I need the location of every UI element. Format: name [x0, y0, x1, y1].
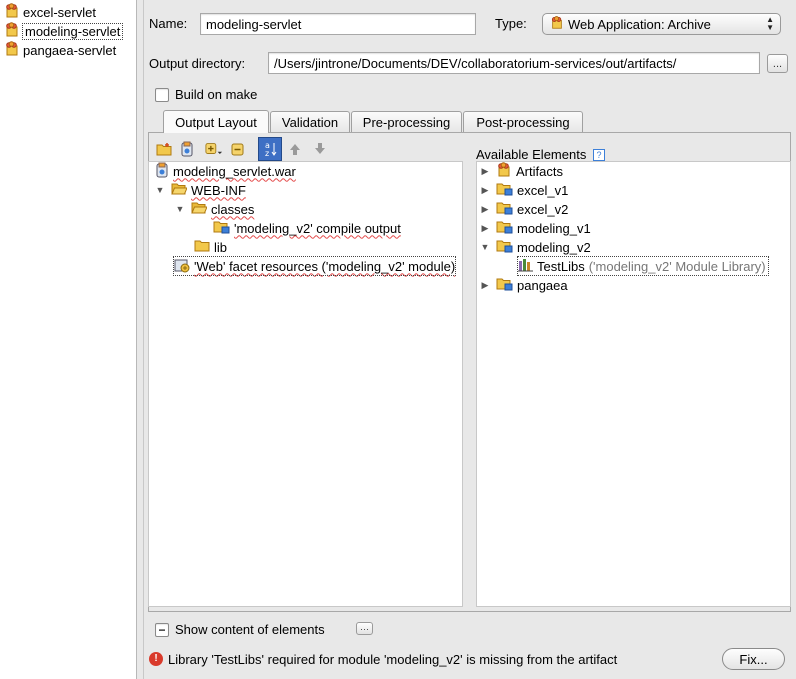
artifact-icon — [4, 40, 20, 60]
svg-text:z: z — [265, 149, 269, 158]
output-directory-field[interactable]: /Users/jintrone/Documents/DEV/collaborat… — [268, 52, 760, 74]
available-item-artifacts[interactable]: ▶ Artifacts — [480, 161, 563, 181]
tree-node-web-inf[interactable]: ▼ WEB-INF — [155, 181, 246, 199]
error-icon: ! — [149, 652, 163, 666]
available-item-testlibs[interactable]: TestLibs ('modeling_v2' Module Library) — [517, 256, 769, 276]
tree-node-label: classes — [211, 201, 255, 217]
expand-toggle-icon[interactable]: ▼ — [175, 204, 185, 214]
tab-validation[interactable]: Validation — [270, 111, 350, 133]
artifact-list[interactable]: excel-servlet modeling-servlet pangaea-s… — [0, 0, 137, 679]
name-field[interactable]: modeling-servlet — [200, 13, 476, 35]
remove-icon[interactable] — [229, 140, 247, 158]
build-on-make-label: Build on make — [175, 87, 258, 102]
available-elements-header: Available Elements — [476, 147, 587, 162]
artifact-item-label: pangaea-servlet — [23, 42, 117, 58]
artifact-item-label: excel-servlet — [23, 4, 96, 20]
module-folder-icon — [496, 220, 513, 237]
available-item-sublabel: ('modeling_v2' Module Library) — [588, 258, 766, 274]
error-message: Library 'TestLibs' required for module '… — [168, 652, 618, 667]
select-arrows-icon: ▲ ▼ — [766, 15, 774, 32]
tree-node-label: 'modeling_v2' compile output — [234, 220, 401, 236]
name-label: Name: — [149, 16, 188, 31]
expand-toggle-icon[interactable]: ▶ — [480, 204, 490, 215]
module-folder-icon — [496, 201, 513, 218]
artifact-item-pangaea-servlet[interactable]: pangaea-servlet — [4, 40, 117, 60]
available-item-label: pangaea — [517, 277, 568, 293]
expand-toggle-icon[interactable]: ▼ — [480, 242, 490, 252]
tree-node-compile-output[interactable]: 'modeling_v2' compile output — [213, 219, 401, 237]
module-folder-icon — [496, 277, 513, 294]
artifact-icon — [4, 21, 20, 41]
fix-button[interactable]: Fix... — [722, 648, 785, 670]
available-item-label: TestLibs — [537, 258, 585, 274]
available-item-label: Artifacts — [516, 163, 563, 179]
tree-node-label: WEB-INF — [191, 182, 246, 198]
available-item-label: excel_v1 — [517, 182, 569, 198]
tab-label: Validation — [281, 115, 339, 130]
artifact-item-modeling-servlet[interactable]: modeling-servlet — [4, 21, 124, 41]
tree-node-label: lib — [214, 239, 228, 255]
module-folder-icon — [496, 182, 513, 199]
artifact-icon — [550, 15, 564, 33]
type-select[interactable]: Web Application: Archive ▲ ▼ — [542, 13, 781, 35]
tree-node-lib[interactable]: lib — [194, 238, 227, 256]
expand-toggle-icon[interactable]: ▼ — [155, 185, 165, 195]
type-label: Type: — [495, 16, 527, 31]
show-content-checkbox[interactable]: − — [155, 623, 169, 637]
artifact-icon — [4, 2, 20, 22]
help-icon[interactable]: ? — [593, 149, 605, 161]
available-item-label: modeling_v1 — [517, 220, 591, 236]
folder-open-icon — [191, 201, 208, 218]
tree-node-label: 'Web' facet resources ('modeling_v2' mod… — [194, 258, 456, 274]
output-directory-label: Output directory: — [149, 56, 246, 71]
browse-button[interactable]: ... — [767, 54, 788, 73]
artifact-item-label: modeling-servlet — [21, 22, 124, 40]
module-folder-icon — [496, 239, 513, 256]
available-item-modeling-v1[interactable]: ▶ modeling_v1 — [480, 219, 591, 237]
expand-toggle-icon[interactable]: ▶ — [480, 223, 490, 234]
available-item-excel-v2[interactable]: ▶ excel_v2 — [480, 200, 569, 218]
available-item-pangaea[interactable]: ▶ pangaea — [480, 276, 568, 294]
available-item-excel-v1[interactable]: ▶ excel_v1 — [480, 181, 569, 199]
library-icon — [518, 258, 533, 275]
expand-toggle-icon[interactable]: ▶ — [480, 166, 490, 177]
tab-label: Post-processing — [476, 115, 570, 130]
tab-post-processing[interactable]: Post-processing — [463, 111, 583, 133]
tab-output-layout[interactable]: Output Layout — [163, 110, 269, 133]
web-facet-icon — [174, 257, 190, 276]
tree-node-war[interactable]: modeling_servlet.war — [155, 162, 296, 180]
folder-icon — [194, 239, 210, 256]
folder-open-icon — [171, 182, 188, 199]
available-item-modeling-v2[interactable]: ▼ modeling_v2 — [480, 238, 591, 256]
expand-toggle-icon[interactable]: ▶ — [480, 185, 490, 196]
tab-label: Pre-processing — [362, 115, 451, 130]
tree-node-classes[interactable]: ▼ classes — [175, 200, 255, 218]
type-select-value: Web Application: Archive — [568, 16, 711, 32]
archive-icon[interactable] — [178, 140, 196, 158]
available-item-label: excel_v2 — [517, 201, 569, 217]
tab-pre-processing[interactable]: Pre-processing — [351, 111, 462, 133]
artifact-item-excel-servlet[interactable]: excel-servlet — [4, 2, 96, 22]
sort-az-icon[interactable]: az — [258, 137, 282, 161]
build-on-make-checkbox[interactable] — [155, 88, 169, 102]
artifact-icon — [496, 161, 512, 181]
new-folder-icon[interactable] — [155, 140, 173, 158]
war-icon — [155, 162, 169, 181]
show-content-label: Show content of elements — [175, 622, 325, 637]
available-item-label: modeling_v2 — [517, 239, 591, 255]
more-button[interactable]: ··· — [356, 622, 373, 635]
move-up-icon[interactable] — [286, 140, 304, 158]
add-icon[interactable] — [205, 140, 223, 158]
tab-label: Output Layout — [175, 114, 257, 130]
expand-toggle-icon[interactable]: ▶ — [480, 280, 490, 291]
module-folder-icon — [213, 220, 230, 237]
move-down-icon[interactable] — [311, 140, 329, 158]
tree-node-label: modeling_servlet.war — [173, 163, 296, 179]
tree-node-web-facet[interactable]: 'Web' facet resources ('modeling_v2' mod… — [172, 256, 457, 276]
